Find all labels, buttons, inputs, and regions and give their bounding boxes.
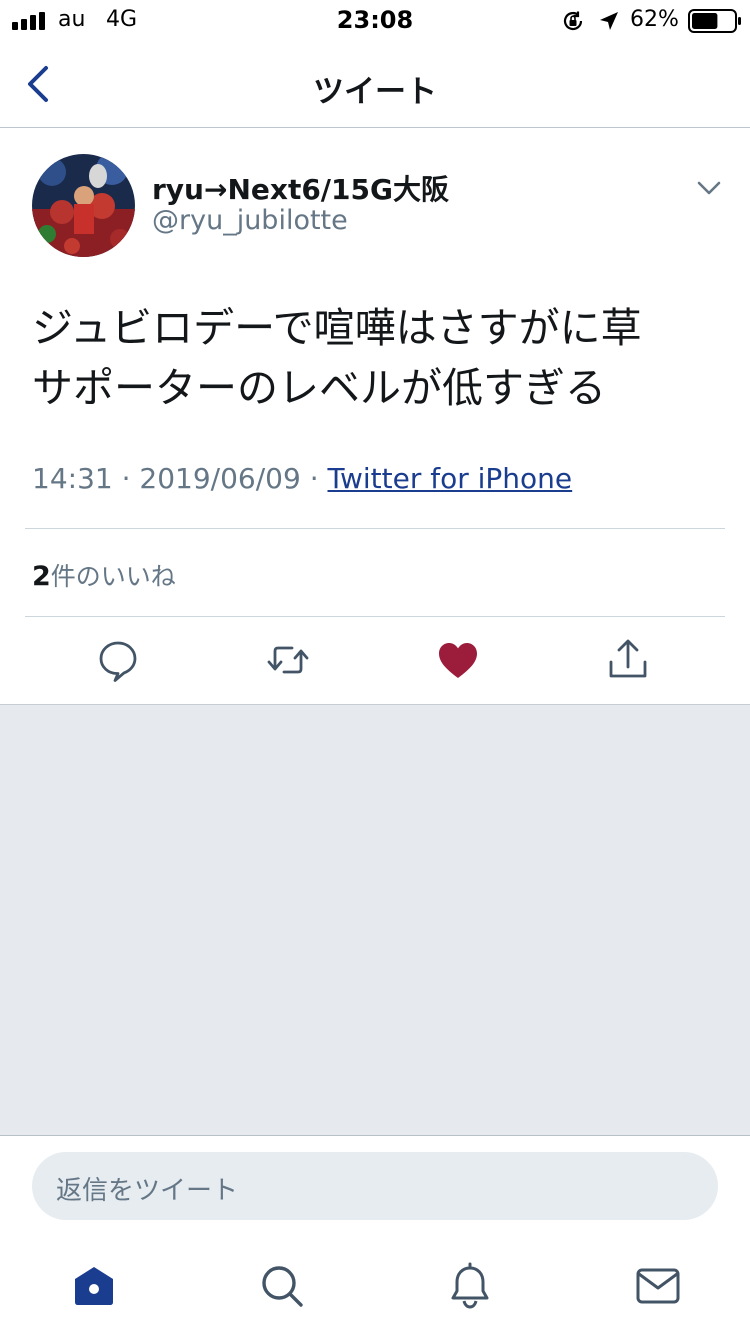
- meta-separator: ·: [300, 462, 328, 495]
- tweet-time: 14:31: [32, 462, 113, 495]
- divider: [25, 616, 725, 617]
- chevron-down-icon[interactable]: [694, 176, 724, 200]
- avatar[interactable]: [32, 154, 135, 257]
- retweet-icon[interactable]: [266, 638, 310, 682]
- page-title: ツイート: [313, 74, 437, 110]
- messages-icon[interactable]: [634, 1262, 682, 1310]
- status-bar: au 4G 23:08 62%: [0, 0, 750, 40]
- notifications-icon[interactable]: [446, 1262, 494, 1310]
- reply-input[interactable]: 返信をツイート: [32, 1152, 718, 1220]
- user-handle[interactable]: @ryu_jubilotte: [152, 205, 348, 236]
- battery-icon: [688, 9, 741, 33]
- reply-placeholder: 返信をツイート: [56, 1176, 239, 1206]
- meta-separator: ·: [112, 462, 140, 495]
- tweet-text-line: ジュビロデーで喧嘩はさすがに草: [32, 304, 642, 352]
- tweet-text-line: サポーターのレベルが低すぎる: [32, 364, 606, 412]
- location-arrow-icon: [600, 12, 618, 30]
- nav-bar: ツイート: [0, 40, 750, 128]
- heart-icon[interactable]: [436, 638, 480, 682]
- like-count-label: 件のいいね: [50, 562, 176, 591]
- likes-count[interactable]: 2件のいいね: [32, 557, 176, 593]
- tweet-meta: 14:31 · 2019/06/09 · Twitter for iPhone: [32, 462, 572, 495]
- battery-percent: 62%: [630, 7, 679, 32]
- display-name[interactable]: ryu→Next6/15G大阪: [152, 168, 449, 208]
- share-icon[interactable]: [606, 638, 650, 682]
- orientation-lock-icon: [563, 11, 583, 31]
- search-icon[interactable]: [258, 1262, 306, 1310]
- tweet-text: ジュビロデーで喧嘩はさすがに草 サポーターのレベルが低すぎる: [32, 298, 732, 418]
- divider: [25, 528, 725, 529]
- replies-area: [0, 704, 750, 1136]
- home-icon[interactable]: [70, 1262, 118, 1310]
- tweet-source-link[interactable]: Twitter for iPhone: [328, 462, 573, 495]
- reply-icon[interactable]: [96, 638, 140, 682]
- like-count-number: 2: [32, 561, 51, 592]
- tweet-date: 2019/06/09: [139, 462, 301, 495]
